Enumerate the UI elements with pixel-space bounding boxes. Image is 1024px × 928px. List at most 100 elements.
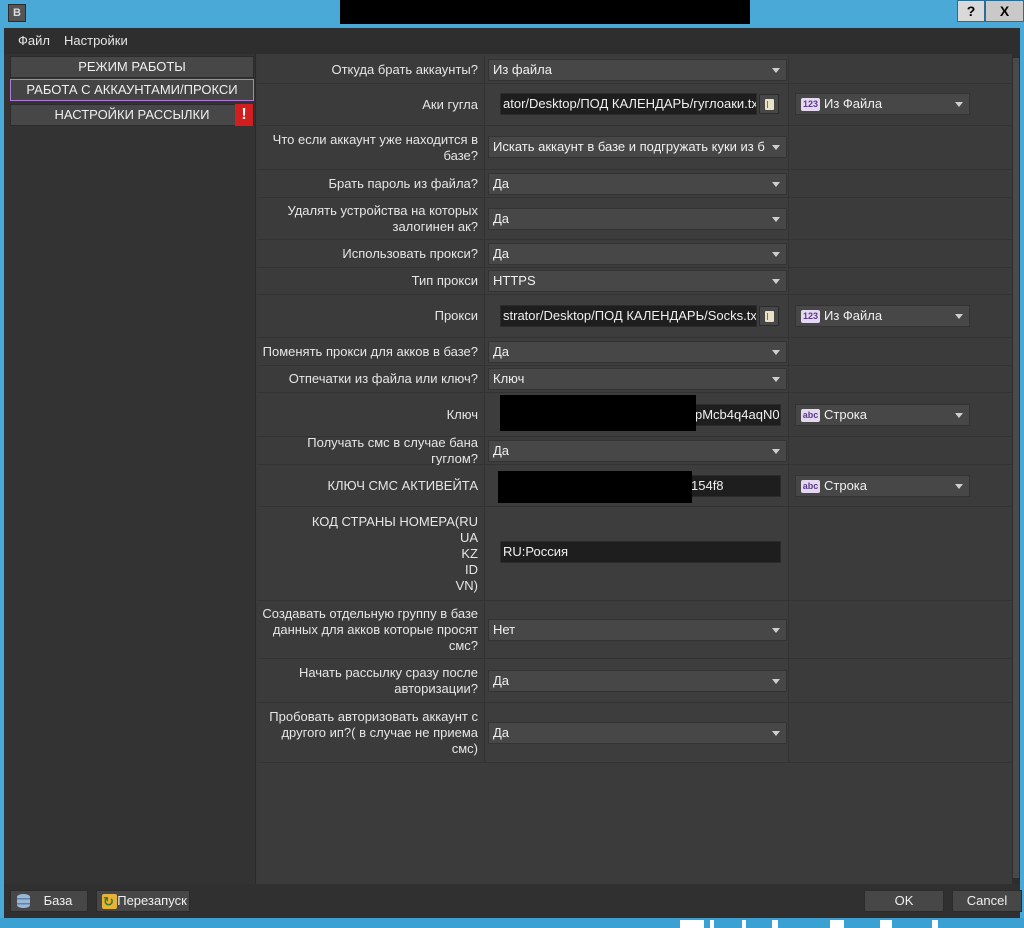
setting-label: Ключ [257, 393, 485, 436]
chevron-down-icon [772, 182, 780, 187]
sidebar-item-accounts-proxy[interactable]: РАБОТА С АККАУНТАМИ/ПРОКСИ [10, 79, 254, 101]
setting-row-fingerprints: Отпечатки из файла или ключ? Ключ [257, 366, 1012, 393]
chevron-down-icon [772, 279, 780, 284]
proxy-type-source-select[interactable]: 123 Из Файла [795, 305, 970, 327]
setting-cell: HTTPS [486, 268, 789, 294]
chevron-down-icon [772, 68, 780, 73]
proxy-type-select[interactable]: HTTPS [488, 270, 787, 292]
select-value: HTTPS [493, 273, 536, 288]
setting-row-accounts-source: Откуда брать аккаунты? Из файла [257, 56, 1012, 84]
app-icon: B [8, 4, 26, 22]
google-accounts-path-input[interactable]: ator/Desktop/ПОД КАЛЕНДАРЬ/гуглоаки.txt [500, 93, 757, 115]
setting-label: Прокси [257, 295, 485, 337]
ok-button[interactable]: OK [864, 890, 944, 912]
setting-row-key: Ключ pMcb4q4aqN0 abc Строка [257, 393, 1012, 437]
account-in-db-select[interactable]: Искать аккаунт в базе и подгружать куки … [488, 136, 787, 158]
setting-label: Тип прокси [257, 268, 485, 294]
delete-devices-select[interactable]: Да [488, 208, 787, 230]
chevron-down-icon [772, 679, 780, 684]
database-icon [17, 894, 30, 908]
setting-cell: ator/Desktop/ПОД КАЛЕНДАРЬ/гуглоаки.txt [486, 84, 789, 125]
chevron-down-icon [772, 217, 780, 222]
password-from-file-select[interactable]: Да [488, 173, 787, 195]
browse-file-button[interactable] [759, 94, 779, 114]
type-cell [790, 338, 1012, 365]
setting-row-delete-devices: Удалять устройства на которых залогинен … [257, 198, 1012, 240]
setting-row-sms-on-ban: Получать смс в случае бана гуглом? Да [257, 435, 1012, 466]
help-button[interactable]: ? [957, 0, 985, 22]
vertical-scrollbar[interactable] [1012, 54, 1020, 884]
chevron-down-icon [772, 350, 780, 355]
setting-label: Что если аккаунт уже находится в базе? [257, 126, 485, 169]
setting-cell: Да [486, 437, 789, 464]
setting-row-change-proxy: Поменять прокси для акков в базе? Да [257, 338, 1012, 366]
separate-group-select[interactable]: Нет [488, 619, 787, 641]
redacted-sms-key [498, 471, 692, 503]
type-cell [790, 659, 1012, 702]
numeric-type-icon: 123 [801, 310, 820, 323]
cancel-button[interactable]: Cancel [952, 890, 1022, 912]
menu-bar: Файл Настройки [0, 28, 1024, 54]
settings-panel: Откуда брать аккаунты? Из файла Аки гугл… [257, 54, 1012, 884]
accounts-source-select[interactable]: Из файла [488, 59, 787, 81]
setting-label: Пробовать авторизовать аккаунт с другого… [257, 703, 485, 762]
sidebar-item-mailing-settings[interactable]: НАСТРОЙКИ РАССЫЛКИ ! [10, 104, 254, 126]
setting-label: Брать пароль из файла? [257, 170, 485, 197]
setting-cell: Да [486, 240, 789, 267]
sms-activate-key-type-select[interactable]: abc Строка [795, 475, 970, 497]
type-cell: abc Строка [790, 465, 1012, 506]
chevron-down-icon [955, 314, 963, 319]
chevron-down-icon [955, 484, 963, 489]
try-other-ip-select[interactable]: Да [488, 722, 787, 744]
chevron-down-icon [772, 628, 780, 633]
warning-icon: ! [235, 104, 253, 126]
select-value: Искать аккаунт в базе и подгружать куки … [493, 139, 765, 154]
sidebar-item-work-mode[interactable]: РЕЖИМ РАБОТЫ [10, 56, 254, 78]
setting-row-google-accounts: Аки гугла ator/Desktop/ПОД КАЛЕНДАРЬ/гуг… [257, 84, 1012, 126]
label-line: UA [459, 529, 478, 545]
start-after-auth-select[interactable]: Да [488, 670, 787, 692]
label-line: VN) [455, 577, 478, 593]
close-button[interactable]: X [985, 0, 1024, 22]
setting-label: Создавать отдельную группу в базе данных… [257, 601, 485, 658]
window-frame-right [1020, 54, 1024, 928]
country-code-input[interactable]: RU:Россия [500, 541, 781, 563]
database-button[interactable]: База [10, 890, 88, 912]
taskbar-decoration [680, 918, 980, 928]
setting-row-start-after-auth: Начать рассылку сразу после авторизации?… [257, 659, 1012, 703]
select-value: Да [493, 344, 510, 359]
button-label: База [43, 893, 73, 908]
setting-label: Использовать прокси? [257, 240, 485, 267]
fingerprints-select[interactable]: Ключ [488, 368, 787, 390]
key-type-select[interactable]: abc Строка [795, 404, 970, 426]
folder-icon [765, 99, 774, 110]
setting-label: Аки гугла [257, 84, 485, 125]
sidebar-item-label: НАСТРОЙКИ РАССЫЛКИ [54, 107, 210, 122]
type-cell: 123 Из Файла [790, 84, 1012, 125]
menu-settings[interactable]: Настройки [64, 33, 128, 48]
string-type-icon: abc [801, 409, 820, 422]
setting-row-try-other-ip: Пробовать авторизовать аккаунт с другого… [257, 703, 1012, 763]
setting-row-sms-activate-key: КЛЮЧ СМС АКТИВЕЙТА 154f8 abc Строка [257, 465, 1012, 507]
browse-file-button[interactable] [759, 306, 779, 326]
sms-on-ban-select[interactable]: Да [488, 440, 787, 462]
select-value: Да [493, 673, 510, 688]
setting-cell: Да [486, 170, 789, 197]
sidebar: РЕЖИМ РАБОТЫ РАБОТА С АККАУНТАМИ/ПРОКСИ … [4, 54, 256, 884]
google-accounts-type-select[interactable]: 123 Из Файла [795, 93, 970, 115]
setting-cell: Да [486, 198, 789, 239]
chevron-down-icon [772, 731, 780, 736]
change-proxy-select[interactable]: Да [488, 341, 787, 363]
proxy-path-input[interactable]: strator/Desktop/ПОД КАЛЕНДАРЬ/Socks.txt [500, 305, 757, 327]
type-cell [790, 126, 1012, 169]
scrollbar-thumb[interactable] [1013, 58, 1019, 878]
setting-cell: Да [486, 703, 789, 762]
use-proxy-select[interactable]: Да [488, 243, 787, 265]
menu-file[interactable]: Файл [18, 33, 50, 48]
restart-button[interactable]: Перезапуск [96, 890, 190, 912]
chevron-down-icon [772, 252, 780, 257]
setting-label: Поменять прокси для акков в базе? [257, 338, 485, 365]
setting-cell: pMcb4q4aqN0 [486, 393, 789, 436]
select-value: Из Файла [824, 96, 883, 111]
setting-cell: Искать аккаунт в базе и подгружать куки … [486, 126, 789, 169]
